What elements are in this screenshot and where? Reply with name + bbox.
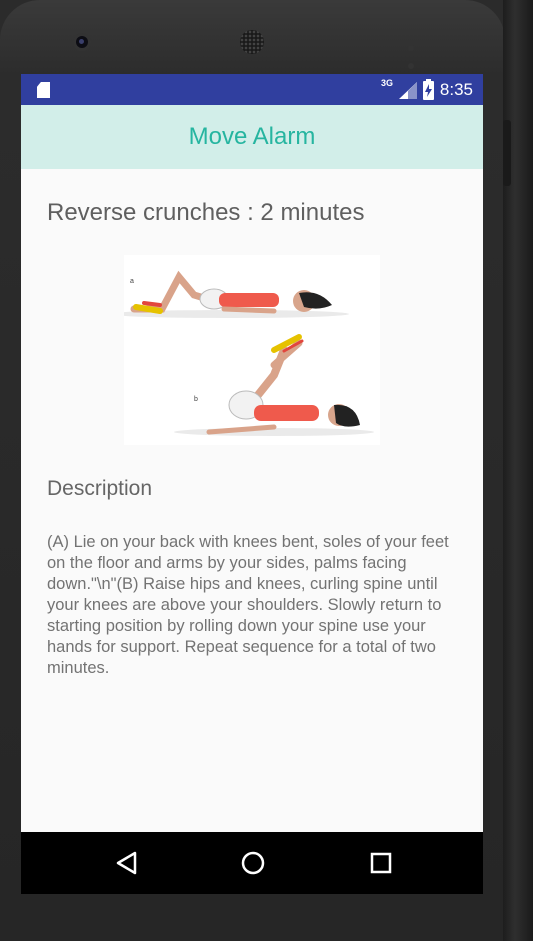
description-heading: Description bbox=[47, 477, 153, 500]
back-icon[interactable] bbox=[113, 849, 141, 877]
exercise-title: Reverse crunches : 2 minutes bbox=[47, 199, 365, 226]
front-camera bbox=[76, 36, 88, 48]
device-screen: 3G 8:35 Move Alarm Reverse crunches : 2 … bbox=[21, 74, 483, 894]
app-bar: Move Alarm bbox=[21, 105, 483, 169]
app-title: Move Alarm bbox=[188, 123, 316, 150]
earpiece-speaker bbox=[240, 30, 264, 54]
power-button bbox=[503, 120, 511, 186]
status-bar: 3G 8:35 bbox=[21, 74, 483, 105]
network-type-label: 3G bbox=[380, 78, 393, 88]
description-text: (A) Lie on your back with knees bent, so… bbox=[47, 533, 449, 677]
image-label-b: b bbox=[194, 396, 198, 403]
proximity-sensors bbox=[408, 38, 430, 69]
navigation-bar bbox=[21, 832, 483, 894]
image-label-a: a bbox=[130, 278, 134, 285]
battery-icon bbox=[422, 78, 434, 100]
exercise-illustration: a b bbox=[124, 255, 380, 445]
signal-icon bbox=[398, 81, 417, 99]
status-clock: 8:35 bbox=[439, 80, 473, 99]
sd-card-icon bbox=[37, 82, 50, 98]
recents-icon[interactable] bbox=[367, 849, 395, 877]
home-icon[interactable] bbox=[239, 849, 267, 877]
